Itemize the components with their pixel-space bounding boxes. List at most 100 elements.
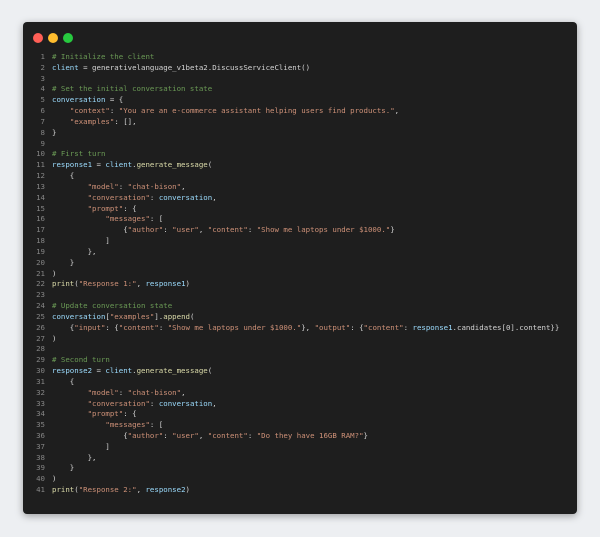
code-token: response1 [412, 322, 453, 332]
code-token: ] [52, 441, 110, 451]
code-line: 33 "conversation": conversation, [23, 399, 577, 410]
code-line: 34 "prompt": { [23, 409, 577, 420]
code-token: } [52, 257, 75, 267]
code-text: conversation["examples"].append( [45, 312, 194, 323]
code-token: ( [207, 160, 213, 170]
code-token: ) [52, 333, 57, 343]
close-button[interactable] [33, 33, 43, 43]
code-line: 31 { [23, 377, 577, 388]
code-token: "model" [87, 181, 119, 191]
code-token: : [ [149, 420, 164, 430]
code-token: } [390, 225, 395, 235]
line-number: 11 [36, 160, 45, 170]
code-token: "user" [172, 430, 199, 440]
window-titlebar [23, 22, 577, 54]
line-number: 10 [36, 149, 45, 159]
code-line: 27) [23, 334, 577, 345]
minimize-button[interactable] [48, 33, 58, 43]
code-token: }, [301, 322, 315, 332]
code-line: 15 "prompt": { [23, 204, 577, 215]
code-token: conversation [158, 192, 213, 202]
line-number: 22 [36, 279, 45, 289]
code-line: 9 [23, 139, 577, 150]
code-line: 35 "messages": [ [23, 420, 577, 431]
code-token: "Do they have 16GB RAM?" [256, 430, 364, 440]
code-line: 10 # First turn [23, 149, 577, 160]
code-token: : { [105, 322, 119, 332]
line-number: 13 [36, 181, 45, 191]
code-token: : { [350, 322, 364, 332]
code-token: , [394, 106, 400, 116]
line-number: 36 [36, 430, 45, 440]
code-text: {"author": "user", "content": "Show me l… [45, 225, 395, 236]
code-token: ( [207, 366, 213, 376]
code-token: : [158, 322, 168, 332]
line-number: 3 [40, 73, 45, 83]
line-number: 25 [36, 311, 45, 321]
code-token: # Set the initial conversation state [52, 84, 213, 94]
line-number: 20 [36, 257, 45, 267]
line-number: 12 [36, 171, 45, 181]
code-text: response2 = client.generate_message( [45, 366, 212, 377]
code-token: "prompt" [87, 203, 124, 213]
line-number: 41 [36, 485, 45, 495]
code-line: 1 # Initialize the client [23, 52, 577, 63]
code-line: 21) [23, 269, 577, 280]
code-token: "context" [69, 106, 110, 116]
code-text: } [45, 128, 56, 139]
code-line: 7 "examples": [], [23, 117, 577, 128]
code-token: "You are an e-commerce assistant helping… [118, 106, 395, 116]
code-text: "model": "chat-bison", [45, 182, 186, 193]
code-token: append [163, 311, 190, 321]
code-token: # Initialize the client [52, 52, 155, 61]
code-token: "Response 2:" [78, 485, 137, 495]
code-text: # Update conversation state [45, 301, 172, 312]
code-editor[interactable]: 1 # Initialize the client 2 client = genera… [23, 52, 577, 496]
line-number: 27 [36, 333, 45, 343]
code-token: response1 [145, 279, 186, 289]
code-token: , [212, 398, 217, 408]
line-number: 40 [36, 474, 45, 484]
code-line: 30 response2 = client.generate_message( [23, 366, 577, 377]
line-number: 5 [40, 95, 45, 105]
code-token: ( [189, 311, 195, 321]
code-line: 20 } [23, 258, 577, 269]
code-text: ] [45, 236, 109, 247]
line-number: 32 [36, 387, 45, 397]
code-token: print [52, 279, 75, 289]
code-line: 17 {"author": "user", "content": "Show m… [23, 225, 577, 236]
code-line: 2 client = generativelanguage_v1beta2.Dis… [23, 63, 577, 74]
code-token: "chat-bison" [127, 181, 182, 191]
code-line: 23 [23, 290, 577, 301]
code-line: 5 conversation = { [23, 95, 577, 106]
code-token: : [247, 225, 257, 235]
maximize-button[interactable] [63, 33, 73, 43]
line-number: 7 [40, 116, 45, 126]
code-line: 25 conversation["examples"].append( [23, 312, 577, 323]
line-number: 29 [36, 355, 45, 365]
code-token: "author" [127, 430, 164, 440]
code-token: "user" [172, 225, 199, 235]
code-text: # Initialize the client [45, 52, 154, 63]
code-text: "context": "You are an e-commerce assist… [45, 106, 399, 117]
code-token: } [52, 127, 57, 137]
code-line: 29 # Second turn [23, 355, 577, 366]
code-token: # Second turn [52, 355, 110, 365]
code-token: : [], [114, 116, 137, 126]
code-text: {"author": "user", "content": "Do they h… [45, 431, 368, 442]
code-token: conversation [52, 311, 106, 321]
code-token: "conversation" [87, 398, 150, 408]
code-text: ) [45, 334, 56, 345]
code-text: }, [45, 247, 97, 258]
code-token: : [163, 225, 173, 235]
code-line: 32 "model": "chat-bison", [23, 388, 577, 399]
code-token: "model" [87, 387, 119, 397]
